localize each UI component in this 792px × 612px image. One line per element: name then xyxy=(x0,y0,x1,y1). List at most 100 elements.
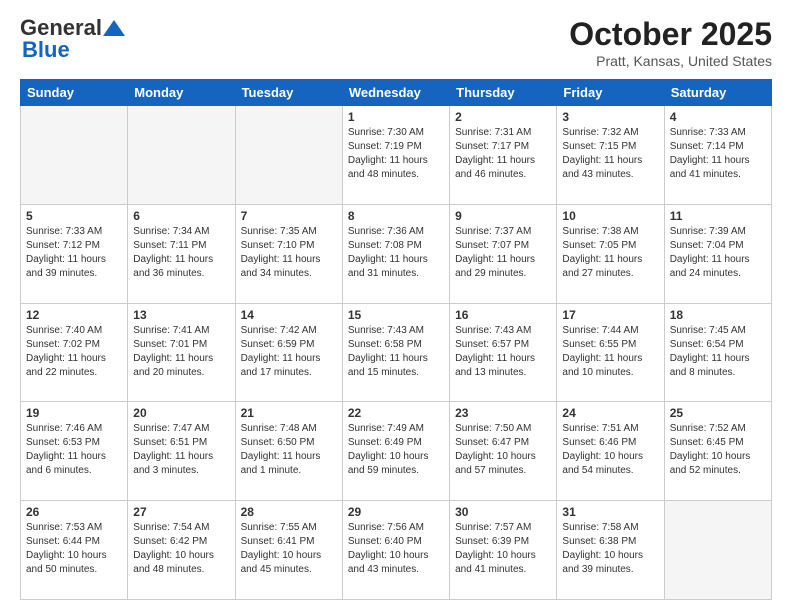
day-number: 5 xyxy=(26,209,122,223)
table-row: 28 Sunrise: 7:55 AM Sunset: 6:41 PM Dayli… xyxy=(235,501,342,600)
col-tuesday: Tuesday xyxy=(235,80,342,106)
calendar-week-1: 1 Sunrise: 7:30 AM Sunset: 7:19 PM Daylig… xyxy=(21,106,772,205)
day-info: Sunrise: 7:45 AM Sunset: 6:54 PM Dayligh… xyxy=(670,324,766,380)
table-row: 27 Sunrise: 7:54 AM Sunset: 6:42 PM Dayli… xyxy=(128,501,235,600)
day-number: 23 xyxy=(455,406,551,420)
day-info: Sunrise: 7:32 AM Sunset: 7:15 PM Dayligh… xyxy=(562,126,658,182)
day-info: Sunrise: 7:38 AM Sunset: 7:05 PM Dayligh… xyxy=(562,225,658,281)
day-info: Sunrise: 7:37 AM Sunset: 7:07 PM Dayligh… xyxy=(455,225,551,281)
calendar-header-row: Sunday Monday Tuesday Wednesday Thursday… xyxy=(21,80,772,106)
calendar-week-4: 19 Sunrise: 7:46 AM Sunset: 6:53 PM Dayli… xyxy=(21,402,772,501)
day-info: Sunrise: 7:51 AM Sunset: 6:46 PM Dayligh… xyxy=(562,422,658,478)
logo: General Blue xyxy=(20,16,126,62)
day-info: Sunrise: 7:49 AM Sunset: 6:49 PM Dayligh… xyxy=(348,422,444,478)
table-row: 5 Sunrise: 7:33 AM Sunset: 7:12 PM Daylig… xyxy=(21,204,128,303)
table-row: 10Sunrise: 7:38 AM Sunset: 7:05 PM Dayli… xyxy=(557,204,664,303)
day-info: Sunrise: 7:48 AM Sunset: 6:50 PM Dayligh… xyxy=(241,422,337,478)
day-number: 30 xyxy=(455,505,551,519)
calendar-week-5: 26 Sunrise: 7:53 AM Sunset: 6:44 PM Dayli… xyxy=(21,501,772,600)
day-number: 14 xyxy=(241,308,337,322)
day-info: Sunrise: 7:56 AM Sunset: 6:40 PM Dayligh… xyxy=(348,521,444,577)
day-info: Sunrise: 7:34 AM Sunset: 7:11 PM Dayligh… xyxy=(133,225,229,281)
col-wednesday: Wednesday xyxy=(342,80,449,106)
location: Pratt, Kansas, United States xyxy=(569,53,772,69)
day-number: 3 xyxy=(562,110,658,124)
table-row: 26 Sunrise: 7:53 AM Sunset: 6:44 PM Dayli… xyxy=(21,501,128,600)
day-info: Sunrise: 7:35 AM Sunset: 7:10 PM Dayligh… xyxy=(241,225,337,281)
page: General Blue October 2025 Pratt, Kansas,… xyxy=(0,0,792,612)
day-number: 13 xyxy=(133,308,229,322)
table-row: 29 Sunrise: 7:56 AM Sunset: 6:40 PM Dayli… xyxy=(342,501,449,600)
calendar-table: Sunday Monday Tuesday Wednesday Thursday… xyxy=(20,79,772,600)
table-row: 2Sunrise: 7:31 AM Sunset: 7:17 PM Daylig… xyxy=(450,106,557,205)
day-info: Sunrise: 7:36 AM Sunset: 7:08 PM Dayligh… xyxy=(348,225,444,281)
day-info: Sunrise: 7:33 AM Sunset: 7:12 PM Dayligh… xyxy=(26,225,122,281)
calendar-week-2: 5 Sunrise: 7:33 AM Sunset: 7:12 PM Daylig… xyxy=(21,204,772,303)
day-number: 18 xyxy=(670,308,766,322)
table-row: 18 Sunrise: 7:45 AM Sunset: 6:54 PM Dayli… xyxy=(664,303,771,402)
table-row: 20Sunrise: 7:47 AM Sunset: 6:51 PM Dayli… xyxy=(128,402,235,501)
day-number: 29 xyxy=(348,505,444,519)
day-number: 9 xyxy=(455,209,551,223)
table-row: 25Sunrise: 7:52 AM Sunset: 6:45 PM Dayli… xyxy=(664,402,771,501)
day-number: 12 xyxy=(26,308,122,322)
table-row: 31 Sunrise: 7:58 AM Sunset: 6:38 PM Dayli… xyxy=(557,501,664,600)
day-number: 21 xyxy=(241,406,337,420)
table-row: 1 Sunrise: 7:30 AM Sunset: 7:19 PM Daylig… xyxy=(342,106,449,205)
day-info: Sunrise: 7:42 AM Sunset: 6:59 PM Dayligh… xyxy=(241,324,337,380)
day-info: Sunrise: 7:54 AM Sunset: 6:42 PM Dayligh… xyxy=(133,521,229,577)
logo-icon xyxy=(103,20,125,36)
table-row: 3 Sunrise: 7:32 AM Sunset: 7:15 PM Daylig… xyxy=(557,106,664,205)
day-info: Sunrise: 7:58 AM Sunset: 6:38 PM Dayligh… xyxy=(562,521,658,577)
day-info: Sunrise: 7:53 AM Sunset: 6:44 PM Dayligh… xyxy=(26,521,122,577)
day-info: Sunrise: 7:44 AM Sunset: 6:55 PM Dayligh… xyxy=(562,324,658,380)
day-number: 31 xyxy=(562,505,658,519)
day-number: 1 xyxy=(348,110,444,124)
day-number: 27 xyxy=(133,505,229,519)
table-row xyxy=(235,106,342,205)
day-number: 16 xyxy=(455,308,551,322)
table-row: 24Sunrise: 7:51 AM Sunset: 6:46 PM Dayli… xyxy=(557,402,664,501)
day-info: Sunrise: 7:43 AM Sunset: 6:57 PM Dayligh… xyxy=(455,324,551,380)
table-row xyxy=(128,106,235,205)
day-number: 8 xyxy=(348,209,444,223)
month-title: October 2025 xyxy=(569,16,772,53)
day-number: 19 xyxy=(26,406,122,420)
day-info: Sunrise: 7:55 AM Sunset: 6:41 PM Dayligh… xyxy=(241,521,337,577)
table-row: 15Sunrise: 7:43 AM Sunset: 6:58 PM Dayli… xyxy=(342,303,449,402)
day-number: 6 xyxy=(133,209,229,223)
day-info: Sunrise: 7:57 AM Sunset: 6:39 PM Dayligh… xyxy=(455,521,551,577)
col-saturday: Saturday xyxy=(664,80,771,106)
col-sunday: Sunday xyxy=(21,80,128,106)
table-row: 4 Sunrise: 7:33 AM Sunset: 7:14 PM Daylig… xyxy=(664,106,771,205)
logo-blue: Blue xyxy=(22,38,70,62)
table-row: 21 Sunrise: 7:48 AM Sunset: 6:50 PM Dayli… xyxy=(235,402,342,501)
day-number: 25 xyxy=(670,406,766,420)
day-info: Sunrise: 7:43 AM Sunset: 6:58 PM Dayligh… xyxy=(348,324,444,380)
day-number: 26 xyxy=(26,505,122,519)
day-number: 4 xyxy=(670,110,766,124)
table-row: 9 Sunrise: 7:37 AM Sunset: 7:07 PM Daylig… xyxy=(450,204,557,303)
table-row: 11Sunrise: 7:39 AM Sunset: 7:04 PM Dayli… xyxy=(664,204,771,303)
day-number: 17 xyxy=(562,308,658,322)
table-row xyxy=(664,501,771,600)
table-row: 16 Sunrise: 7:43 AM Sunset: 6:57 PM Dayli… xyxy=(450,303,557,402)
table-row: 30 Sunrise: 7:57 AM Sunset: 6:39 PM Dayli… xyxy=(450,501,557,600)
day-info: Sunrise: 7:30 AM Sunset: 7:19 PM Dayligh… xyxy=(348,126,444,182)
col-monday: Monday xyxy=(128,80,235,106)
day-info: Sunrise: 7:50 AM Sunset: 6:47 PM Dayligh… xyxy=(455,422,551,478)
day-info: Sunrise: 7:33 AM Sunset: 7:14 PM Dayligh… xyxy=(670,126,766,182)
day-number: 2 xyxy=(455,110,551,124)
day-info: Sunrise: 7:46 AM Sunset: 6:53 PM Dayligh… xyxy=(26,422,122,478)
table-row xyxy=(21,106,128,205)
table-row: 14 Sunrise: 7:42 AM Sunset: 6:59 PM Dayli… xyxy=(235,303,342,402)
day-info: Sunrise: 7:39 AM Sunset: 7:04 PM Dayligh… xyxy=(670,225,766,281)
table-row: 17 Sunrise: 7:44 AM Sunset: 6:55 PM Dayli… xyxy=(557,303,664,402)
header-right: October 2025 Pratt, Kansas, United State… xyxy=(569,16,772,69)
day-info: Sunrise: 7:47 AM Sunset: 6:51 PM Dayligh… xyxy=(133,422,229,478)
header: General Blue October 2025 Pratt, Kansas,… xyxy=(20,16,772,69)
table-row: 8 Sunrise: 7:36 AM Sunset: 7:08 PM Daylig… xyxy=(342,204,449,303)
day-number: 28 xyxy=(241,505,337,519)
calendar-week-3: 12Sunrise: 7:40 AM Sunset: 7:02 PM Dayli… xyxy=(21,303,772,402)
table-row: 23 Sunrise: 7:50 AM Sunset: 6:47 PM Dayli… xyxy=(450,402,557,501)
